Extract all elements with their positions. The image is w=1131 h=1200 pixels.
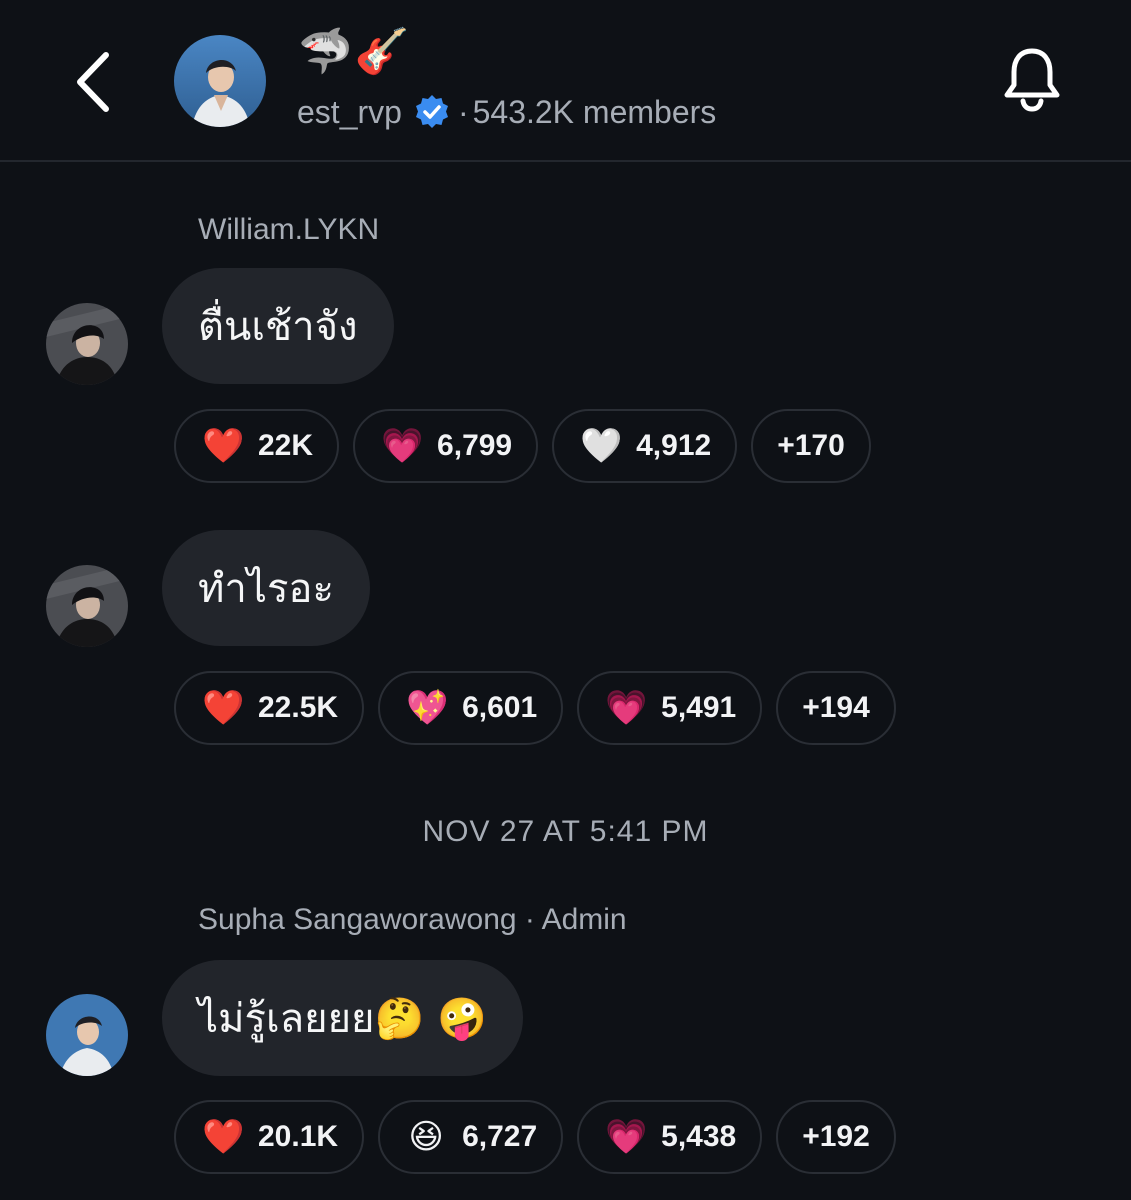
laughing-face-icon: 😆 bbox=[408, 1117, 444, 1157]
reaction-chip-sparkling-heart[interactable]: 💖 6,601 bbox=[378, 671, 564, 745]
red-heart-icon: ❤️ bbox=[202, 688, 245, 728]
red-heart-icon: ❤️ bbox=[202, 1117, 245, 1157]
reaction-count: 20.1K bbox=[258, 1120, 339, 1153]
reaction-chip-pink-heart[interactable]: 💗 5,491 bbox=[577, 671, 763, 745]
chevron-left-icon bbox=[77, 52, 109, 112]
white-heart-icon: 🤍 bbox=[580, 426, 623, 466]
reaction-chip-laughing[interactable]: 😆 6,727 bbox=[378, 1100, 564, 1174]
reaction-bar: ❤️ 22K 💗 6,799 🤍 4,912 +170 bbox=[174, 409, 871, 483]
date-separator: NOV 27 AT 5:41 PM bbox=[422, 815, 709, 848]
reaction-count: 4,912 bbox=[636, 429, 712, 462]
reaction-chip-heart[interactable]: ❤️ 22.5K bbox=[174, 671, 365, 745]
avatar[interactable] bbox=[46, 994, 128, 1076]
message-sender[interactable]: Supha Sangaworawong · Admin bbox=[198, 903, 627, 937]
channel-meta: est_rvp · 543.2K members bbox=[297, 90, 716, 134]
reaction-count: 5,491 bbox=[661, 691, 737, 724]
reaction-chip-white-heart[interactable]: 🤍 4,912 bbox=[552, 409, 738, 483]
more-reactions-count: +194 bbox=[802, 691, 870, 724]
reaction-chip-more[interactable]: +194 bbox=[776, 671, 896, 745]
reaction-chip-pink-heart[interactable]: 💗 6,799 bbox=[353, 409, 539, 483]
message-bubble[interactable]: ทำไรอะ bbox=[162, 530, 370, 646]
growing-heart-icon: 💗 bbox=[605, 688, 648, 728]
meta-separator: · bbox=[457, 93, 469, 130]
sparkling-heart-icon: 💖 bbox=[406, 688, 449, 728]
growing-heart-icon: 💗 bbox=[381, 426, 424, 466]
channel-header: 🦈🎸 est_rvp · 543.2K members bbox=[0, 0, 1131, 162]
message-bubble[interactable]: ตื่นเช้าจัง bbox=[162, 268, 394, 384]
avatar[interactable] bbox=[46, 303, 128, 385]
reaction-count: 22K bbox=[258, 429, 314, 462]
reaction-count: 6,727 bbox=[462, 1120, 538, 1153]
message-sender[interactable]: William.LYKN bbox=[198, 213, 379, 247]
bell-icon bbox=[1004, 48, 1060, 112]
reaction-chip-more[interactable]: +170 bbox=[751, 409, 871, 483]
back-button[interactable] bbox=[62, 50, 122, 114]
verified-badge-icon bbox=[415, 95, 448, 128]
growing-heart-icon: 💗 bbox=[605, 1117, 648, 1157]
more-reactions-count: +170 bbox=[777, 429, 845, 462]
more-reactions-count: +192 bbox=[802, 1120, 870, 1153]
channel-emoji-title: 🦈🎸 bbox=[298, 26, 412, 77]
members-count: 543.2K members bbox=[472, 93, 717, 130]
reaction-count: 6,601 bbox=[462, 691, 538, 724]
notifications-button[interactable] bbox=[996, 40, 1068, 120]
reaction-chip-heart[interactable]: ❤️ 20.1K bbox=[174, 1100, 365, 1174]
red-heart-icon: ❤️ bbox=[202, 426, 245, 466]
reaction-bar: ❤️ 20.1K 😆 6,727 💗 5,438 +192 bbox=[174, 1100, 896, 1174]
message-bubble[interactable]: ไม่รู้เลยยย🤔 🤪 bbox=[162, 960, 523, 1076]
reaction-chip-pink-heart[interactable]: 💗 5,438 bbox=[577, 1100, 763, 1174]
reaction-chip-more[interactable]: +192 bbox=[776, 1100, 896, 1174]
reaction-count: 22.5K bbox=[258, 691, 339, 724]
reaction-bar: ❤️ 22.5K 💖 6,601 💗 5,491 +194 bbox=[174, 671, 896, 745]
reaction-count: 5,438 bbox=[661, 1120, 737, 1153]
reaction-chip-heart[interactable]: ❤️ 22K bbox=[174, 409, 340, 483]
channel-avatar[interactable] bbox=[174, 35, 266, 127]
channel-name[interactable]: est_rvp bbox=[297, 94, 402, 131]
avatar[interactable] bbox=[46, 565, 128, 647]
reaction-count: 6,799 bbox=[437, 429, 513, 462]
